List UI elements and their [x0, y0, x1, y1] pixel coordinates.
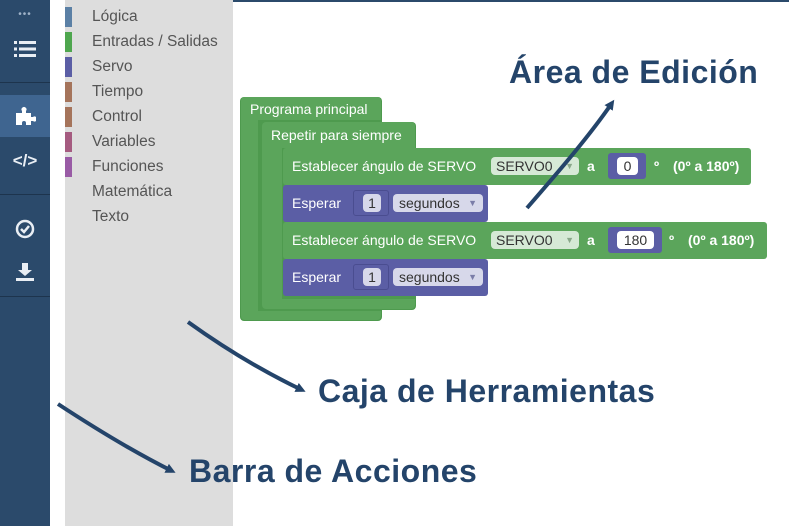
edit-area-annotation: Área de Edición: [509, 54, 759, 90]
edit-area-arrow: [525, 99, 615, 210]
actionbar-annotation: Barra de Acciones: [189, 453, 478, 489]
toolbox-annotation: Caja de Herramientas: [318, 373, 656, 409]
toolbox-arrow: [186, 320, 306, 392]
actionbar-arrow: [56, 402, 176, 473]
